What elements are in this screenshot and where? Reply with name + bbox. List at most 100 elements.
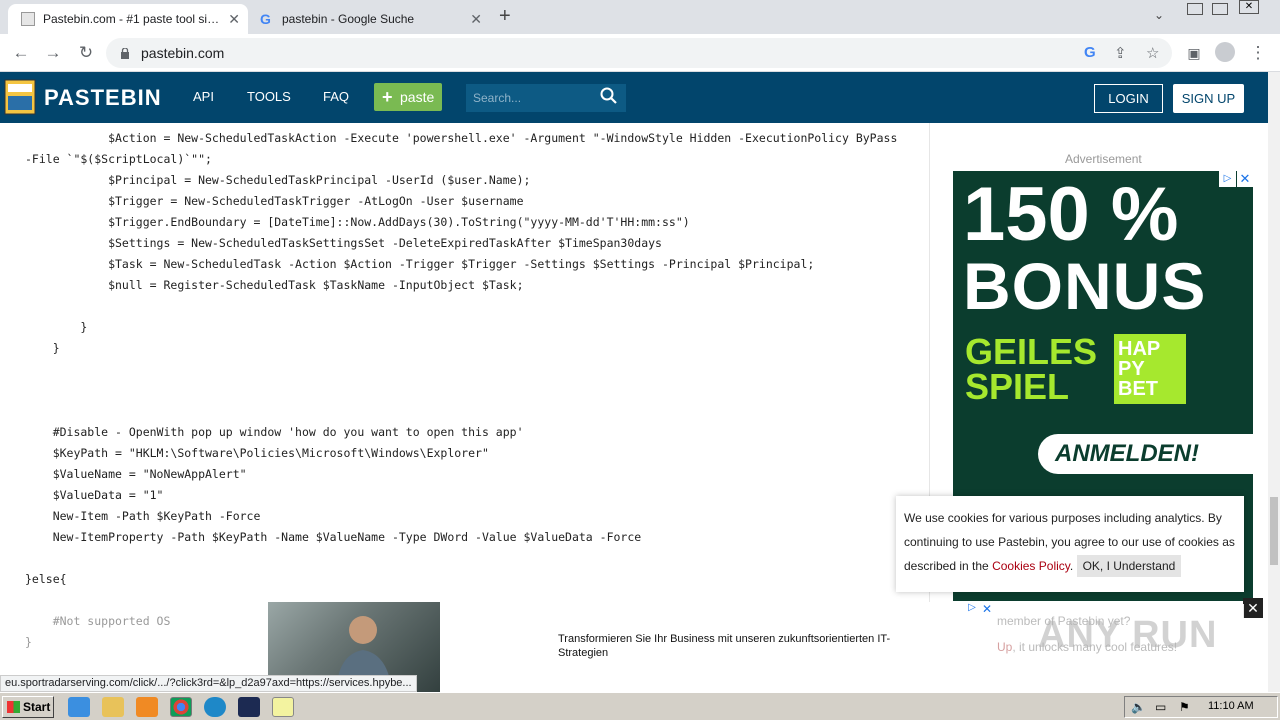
brand-name[interactable]: PASTEBIN bbox=[44, 85, 162, 111]
code-line: $Task = New-ScheduledTask -Action $Actio… bbox=[25, 257, 815, 271]
code-line: $Trigger.EndBoundary = [DateTime]::Now.A… bbox=[25, 215, 690, 229]
paste-label: paste bbox=[400, 89, 435, 105]
close-window-icon[interactable]: ✕ bbox=[1239, 0, 1259, 14]
ad-green-1: GEILES bbox=[965, 331, 1098, 372]
ad-green-2: SPIEL bbox=[965, 366, 1070, 407]
code-line: New-ItemProperty -Path $KeyPath -Name $V… bbox=[25, 530, 642, 544]
anyrun-watermark: ANY RUN bbox=[1038, 614, 1218, 656]
page-scrollbar[interactable] bbox=[1268, 72, 1280, 692]
ad-text: Transformieren Sie Ihr Business mit unse… bbox=[558, 633, 891, 659]
windows-flag-icon bbox=[7, 701, 20, 713]
happybet-logo: HAP PY BET bbox=[1114, 334, 1186, 404]
cookie-banner: We use cookies for various purposes incl… bbox=[896, 496, 1244, 592]
code-line: -File `"$($ScriptLocal)`""; bbox=[25, 152, 212, 166]
forward-icon[interactable]: → bbox=[40, 40, 66, 66]
clock: 11:10 AM bbox=[1208, 700, 1254, 712]
tab-pastebin[interactable]: Pastebin.com - #1 paste tool since 2002!… bbox=[8, 4, 248, 34]
network-icon[interactable]: ▭ bbox=[1155, 700, 1166, 714]
tab-title: Pastebin.com - #1 paste tool since 2002! bbox=[43, 12, 223, 26]
media-player-icon[interactable] bbox=[136, 697, 158, 717]
paste-code-area[interactable]: $Action = New-ScheduledTaskAction -Execu… bbox=[0, 123, 930, 676]
pastebin-favicon-icon bbox=[21, 12, 35, 26]
code-line: $Principal = New-ScheduledTaskPrincipal … bbox=[25, 173, 531, 187]
plus-icon: + bbox=[382, 87, 393, 107]
code-line: } bbox=[25, 341, 60, 355]
bottom-ad-dismiss-icon[interactable]: ✕ bbox=[1243, 598, 1263, 618]
side-panel-icon[interactable]: ▣ bbox=[1181, 40, 1207, 66]
login-button[interactable]: LOGIN bbox=[1094, 84, 1163, 113]
start-button[interactable]: Start bbox=[2, 696, 54, 718]
search-input[interactable] bbox=[466, 84, 596, 112]
search-icon[interactable] bbox=[600, 87, 618, 110]
start-label: Start bbox=[23, 700, 51, 714]
nav-tools[interactable]: TOOLS bbox=[247, 89, 291, 104]
cookie-accept-button[interactable]: OK, I Understand bbox=[1076, 555, 1182, 577]
google-favicon-icon: G bbox=[260, 11, 271, 27]
scrollbar-thumb[interactable] bbox=[1270, 497, 1278, 565]
bookmark-star-icon[interactable]: ☆ bbox=[1146, 44, 1159, 62]
nav-faq[interactable]: FAQ bbox=[323, 89, 349, 104]
site-header: PASTEBIN API TOOLS FAQ + paste LOGIN SIG… bbox=[0, 72, 1268, 123]
lock-icon bbox=[120, 46, 130, 59]
code-line: $Trigger = New-ScheduledTaskTrigger -AtL… bbox=[25, 194, 524, 208]
powershell-icon[interactable] bbox=[238, 697, 260, 717]
new-tab-icon[interactable]: + bbox=[499, 5, 511, 28]
google-lens-icon[interactable]: G bbox=[1084, 44, 1096, 61]
ad-close-icon[interactable]: ✕ bbox=[980, 602, 994, 616]
minimize-icon[interactable] bbox=[1187, 3, 1203, 15]
pastebin-logo-icon[interactable] bbox=[3, 76, 37, 116]
signup-promo: member of Pastebin yet? Up, it unlocks m… bbox=[996, 604, 1244, 690]
code-line: $Settings = New-ScheduledTaskSettingsSet… bbox=[25, 236, 662, 250]
ad-close-icon[interactable]: ✕ bbox=[1237, 171, 1253, 187]
code-line: #Not supported OS bbox=[25, 614, 171, 628]
code-line: } bbox=[25, 635, 32, 649]
profile-avatar-icon[interactable] bbox=[1215, 42, 1235, 62]
code-line: $KeyPath = "HKLM:\Software\Policies\Micr… bbox=[25, 446, 489, 460]
code-line: #Disable - OpenWith pop up window 'how d… bbox=[25, 425, 524, 439]
search-box bbox=[466, 84, 626, 112]
edge-icon[interactable] bbox=[204, 697, 226, 717]
signup-button[interactable]: SIGN UP bbox=[1173, 84, 1244, 113]
tab-search-icon[interactable]: ⌄ bbox=[1154, 8, 1164, 22]
reload-icon[interactable]: ↻ bbox=[73, 40, 99, 66]
code-line: } bbox=[25, 320, 88, 334]
windows-taskbar: Start 🔈 ▭ ⚑ 11:10 AM bbox=[0, 692, 1280, 720]
chrome-icon[interactable] bbox=[170, 697, 192, 717]
browser-tab-bar: Pastebin.com - #1 paste tool since 2002!… bbox=[0, 0, 1280, 34]
promo-signup-link[interactable]: Up bbox=[997, 640, 1012, 654]
code-line: $ValueName = "NoNewAppAlert" bbox=[25, 467, 247, 481]
ad-headline-2: BONUS bbox=[963, 249, 1207, 323]
status-url: eu.sportradarserving.com/click/.../?clic… bbox=[0, 675, 417, 692]
address-bar[interactable]: pastebin.com G ⇪ ☆ bbox=[106, 38, 1172, 68]
browser-toolbar: ← → ↻ pastebin.com G ⇪ ☆ ▣ ⋮ bbox=[0, 34, 1280, 72]
code-line: $ValueData = "1" bbox=[25, 488, 164, 502]
ad-cta-button[interactable]: ANMELDEN! bbox=[1038, 434, 1253, 474]
tab-google[interactable]: G pastebin - Google Suche ✕ bbox=[250, 4, 490, 34]
folder-icon[interactable] bbox=[102, 697, 124, 717]
system-tray: 🔈 ▭ ⚑ 11:10 AM bbox=[1124, 696, 1278, 718]
close-tab-icon[interactable]: ✕ bbox=[470, 11, 482, 28]
close-tab-icon[interactable]: ✕ bbox=[228, 11, 240, 28]
tab-title: pastebin - Google Suche bbox=[282, 12, 415, 26]
url-text: pastebin.com bbox=[141, 45, 225, 61]
restore-icon[interactable] bbox=[1212, 3, 1228, 15]
happybet-text: HAP PY BET bbox=[1118, 338, 1161, 400]
ad-info-icon[interactable]: ▷ bbox=[965, 602, 979, 616]
notepad-icon[interactable] bbox=[272, 697, 294, 717]
cookies-policy-link[interactable]: Cookies Policy bbox=[992, 559, 1070, 573]
ad-headline-1: 150 % bbox=[963, 172, 1179, 257]
new-paste-button[interactable]: + paste bbox=[374, 83, 442, 111]
code-line: }else{ bbox=[25, 572, 67, 586]
advertisement-label: Advertisement bbox=[1065, 152, 1142, 166]
code-line: $Action = New-ScheduledTaskAction -Execu… bbox=[25, 131, 898, 145]
flag-icon[interactable]: ⚑ bbox=[1179, 700, 1190, 714]
cookie-period: . bbox=[1069, 559, 1074, 573]
code-line: New-Item -Path $KeyPath -Force bbox=[25, 509, 261, 523]
share-icon[interactable]: ⇪ bbox=[1114, 44, 1127, 62]
ie-icon[interactable] bbox=[68, 697, 90, 717]
nav-api[interactable]: API bbox=[193, 89, 214, 104]
volume-icon[interactable]: 🔈 bbox=[1131, 700, 1146, 714]
back-icon[interactable]: ← bbox=[8, 40, 34, 66]
menu-kebab-icon[interactable]: ⋮ bbox=[1245, 40, 1271, 66]
ad-info-icon[interactable]: ▷ bbox=[1219, 171, 1236, 187]
